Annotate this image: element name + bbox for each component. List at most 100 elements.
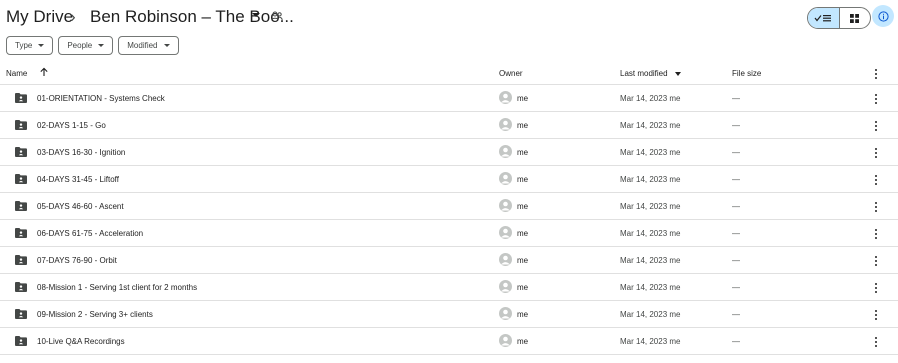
row-owner: me bbox=[517, 337, 529, 346]
breadcrumb-separator: › bbox=[70, 7, 76, 26]
shared-folder-icon bbox=[15, 201, 27, 211]
row-last-modified: Mar 14, 2023 me bbox=[620, 202, 681, 211]
row-file-name: 06-DAYS 61-75 - Acceleration bbox=[37, 229, 144, 238]
arrow-up-icon[interactable] bbox=[39, 67, 49, 77]
caret-down-icon bbox=[98, 44, 105, 47]
row-file-size: — bbox=[732, 229, 740, 238]
table-row[interactable]: 02-DAYS 1-15 - Go me Mar 14, 2023 me — bbox=[0, 112, 898, 139]
filter-modified-chip[interactable]: Modified bbox=[118, 36, 179, 55]
shared-folder-icon bbox=[15, 336, 27, 346]
row-file-size: — bbox=[732, 148, 740, 157]
table-row[interactable]: 06-DAYS 61-75 - Acceleration me Mar 14, 20… bbox=[0, 220, 898, 247]
column-header-last-modified[interactable]: Last modified bbox=[620, 69, 668, 78]
more-vert-icon[interactable] bbox=[871, 201, 881, 213]
filter-modified-label: Modified bbox=[127, 41, 158, 50]
filter-people-label: People bbox=[67, 41, 93, 50]
row-file-size: — bbox=[732, 121, 740, 130]
more-vert-icon[interactable] bbox=[871, 68, 881, 80]
row-owner: me bbox=[517, 310, 529, 319]
more-vert-icon[interactable] bbox=[871, 309, 881, 321]
row-file-name: 07-DAYS 76-90 - Orbit bbox=[37, 256, 117, 265]
breadcrumb-my-drive[interactable]: My Drive bbox=[6, 7, 73, 27]
more-vert-icon[interactable] bbox=[871, 255, 881, 267]
table-row[interactable]: 05-DAYS 46-60 - Ascent me Mar 14, 2023 me — bbox=[0, 193, 898, 220]
row-last-modified: Mar 14, 2023 me bbox=[620, 148, 681, 157]
column-header-file-size[interactable]: File size bbox=[732, 69, 761, 78]
row-file-name: 08-Mission 1 - Serving 1st client for 2 … bbox=[37, 283, 198, 292]
more-vert-icon[interactable] bbox=[871, 93, 881, 105]
person-avatar-icon bbox=[499, 334, 512, 347]
list-view-button[interactable] bbox=[808, 8, 840, 28]
person-avatar-icon bbox=[499, 307, 512, 320]
shared-folder-icon bbox=[15, 174, 27, 184]
row-last-modified: Mar 14, 2023 me bbox=[620, 229, 681, 238]
filter-type-label: Type bbox=[15, 41, 33, 50]
row-owner: me bbox=[517, 229, 529, 238]
row-file-name: 04-DAYS 31-45 - Liftoff bbox=[37, 175, 119, 184]
check-list-icon bbox=[814, 15, 832, 22]
caret-down-icon[interactable] bbox=[252, 13, 260, 17]
table-row[interactable]: 04-DAYS 31-45 - Liftoff me Mar 14, 2023 me… bbox=[0, 166, 898, 193]
person-avatar-icon bbox=[499, 172, 512, 185]
row-file-size: — bbox=[732, 283, 740, 292]
more-vert-icon[interactable] bbox=[871, 282, 881, 294]
shared-folder-icon bbox=[15, 228, 27, 238]
file-list: 01-ORIENTATION - Systems Check me Mar 14, … bbox=[0, 85, 898, 355]
row-file-size: — bbox=[732, 202, 740, 211]
shared-folder-icon bbox=[15, 120, 27, 130]
more-vert-icon[interactable] bbox=[871, 120, 881, 132]
more-vert-icon[interactable] bbox=[871, 228, 881, 240]
filter-bar: Type People Modified bbox=[6, 36, 179, 56]
filter-type-chip[interactable]: Type bbox=[6, 36, 54, 55]
caret-down-icon bbox=[163, 44, 170, 47]
more-vert-icon[interactable] bbox=[871, 147, 881, 159]
table-row[interactable]: 10-Live Q&A Recordings me Mar 14, 2023 me — bbox=[0, 328, 898, 355]
person-avatar-icon bbox=[499, 280, 512, 293]
table-row[interactable]: 01-ORIENTATION - Systems Check me Mar 14, … bbox=[0, 85, 898, 112]
header: My Drive › Ben Robinson – The Boo... bbox=[0, 0, 898, 34]
shared-people-icon[interactable] bbox=[271, 11, 283, 21]
info-icon bbox=[877, 10, 889, 22]
row-file-size: — bbox=[732, 310, 740, 319]
more-vert-icon[interactable] bbox=[871, 174, 881, 186]
row-file-name: 03-DAYS 16-30 - Ignition bbox=[37, 148, 126, 157]
row-last-modified: Mar 14, 2023 me bbox=[620, 283, 681, 292]
row-last-modified: Mar 14, 2023 me bbox=[620, 337, 681, 346]
table-row[interactable]: 09-Mission 2 - Serving 3+ clients me Mar 1… bbox=[0, 301, 898, 328]
more-vert-icon[interactable] bbox=[871, 336, 881, 348]
breadcrumb-current-folder[interactable]: Ben Robinson – The Boo... bbox=[90, 7, 294, 27]
details-button[interactable] bbox=[872, 5, 894, 27]
row-file-size: — bbox=[732, 256, 740, 265]
row-last-modified: Mar 14, 2023 me bbox=[620, 121, 681, 130]
row-last-modified: Mar 14, 2023 me bbox=[620, 256, 681, 265]
sort-down-icon[interactable] bbox=[675, 72, 681, 76]
table-header: Name Owner Last modified File size bbox=[0, 63, 898, 85]
row-file-name: 01-ORIENTATION - Systems Check bbox=[37, 94, 165, 103]
row-last-modified: Mar 14, 2023 me bbox=[620, 175, 681, 184]
table-row[interactable]: 03-DAYS 16-30 - Ignition me Mar 14, 2023 m… bbox=[0, 139, 898, 166]
row-file-name: 09-Mission 2 - Serving 3+ clients bbox=[37, 310, 153, 319]
grid-icon bbox=[850, 13, 860, 23]
column-header-owner[interactable]: Owner bbox=[499, 69, 523, 78]
person-avatar-icon bbox=[499, 145, 512, 158]
view-toggle bbox=[807, 7, 871, 29]
row-owner: me bbox=[517, 148, 529, 157]
row-last-modified: Mar 14, 2023 me bbox=[620, 310, 681, 319]
grid-view-button[interactable] bbox=[840, 8, 871, 28]
row-owner: me bbox=[517, 283, 529, 292]
shared-folder-icon bbox=[15, 282, 27, 292]
column-header-name[interactable]: Name bbox=[6, 69, 27, 78]
row-file-size: — bbox=[732, 175, 740, 184]
row-owner: me bbox=[517, 94, 529, 103]
row-file-size: — bbox=[732, 94, 740, 103]
row-file-size: — bbox=[732, 337, 740, 346]
table-row[interactable]: 08-Mission 1 - Serving 1st client for 2 … bbox=[0, 274, 898, 301]
shared-folder-icon bbox=[15, 147, 27, 157]
row-file-name: 05-DAYS 46-60 - Ascent bbox=[37, 202, 124, 211]
row-owner: me bbox=[517, 175, 529, 184]
row-file-name: 02-DAYS 1-15 - Go bbox=[37, 121, 106, 130]
row-file-name: 10-Live Q&A Recordings bbox=[37, 337, 125, 346]
filter-people-chip[interactable]: People bbox=[58, 36, 114, 55]
shared-folder-icon bbox=[15, 255, 27, 265]
table-row[interactable]: 07-DAYS 76-90 - Orbit me Mar 14, 2023 me — bbox=[0, 247, 898, 274]
